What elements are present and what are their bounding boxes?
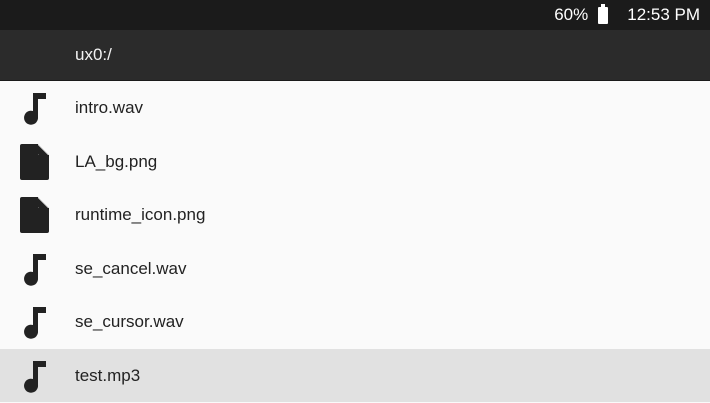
file-name: runtime_icon.png: [75, 205, 206, 224]
file-name: se_cursor.wav: [75, 312, 184, 331]
file-row[interactable]: runtime_icon.png: [0, 188, 710, 242]
title-bar: ux0:/: [0, 30, 710, 81]
music-note-icon: [18, 251, 52, 287]
music-note-icon: [18, 90, 52, 126]
file-icon: [18, 143, 52, 180]
file-row[interactable]: intro.wav: [0, 81, 710, 135]
battery-icon: [598, 4, 609, 24]
file-icon: [18, 197, 52, 233]
music-note-icon: [18, 358, 52, 394]
file-row[interactable]: se_cursor.wav: [0, 295, 710, 349]
file-list: intro.wav LA_bg.png runtime_icon.png se_can…: [0, 81, 710, 402]
file-row[interactable]: test.mp3: [0, 348, 710, 402]
status-bar: 60% 12:53 PM: [0, 0, 710, 30]
file-name: test.mp3: [75, 365, 141, 385]
file-name: LA_bg.png: [75, 151, 158, 171]
music-note-icon: [18, 304, 52, 340]
clock: 12:53 PM: [627, 5, 700, 24]
battery-percent: 60%: [554, 5, 589, 24]
file-name: intro.wav: [75, 98, 144, 117]
file-row[interactable]: LA_bg.png: [0, 134, 710, 188]
current-path: ux0:/: [75, 45, 112, 64]
file-name: se_cancel.wav: [75, 258, 187, 278]
file-row[interactable]: se_cancel.wav: [0, 241, 710, 295]
